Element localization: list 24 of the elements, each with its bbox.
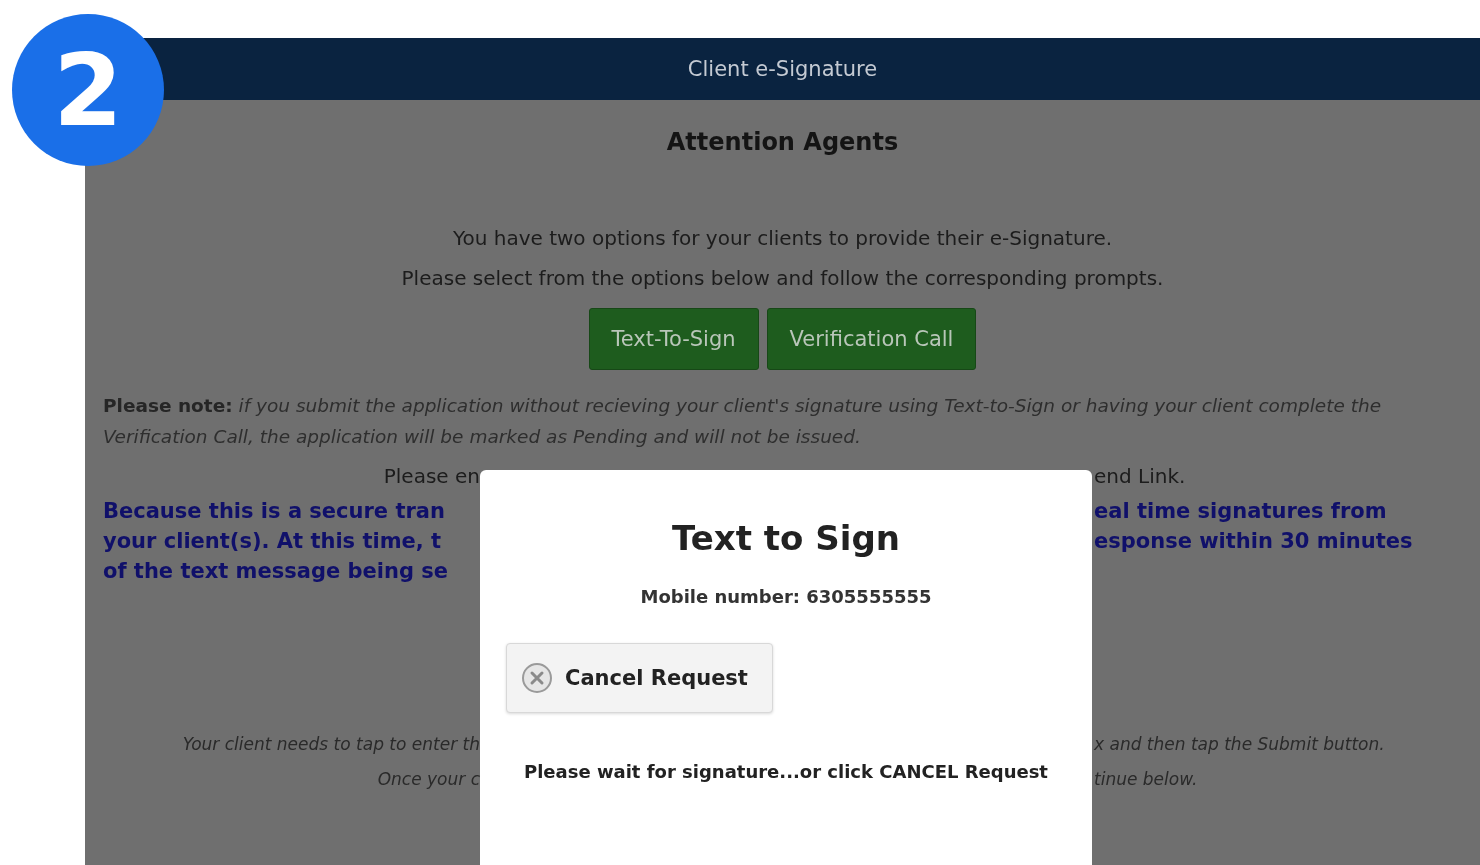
partial-text: eal time signatures from — [1094, 499, 1387, 523]
partial-text: end Link. — [1094, 464, 1186, 488]
partial-text: Once your c — [377, 768, 480, 789]
wait-message: Please wait for signature...or click CANCEL Request — [524, 761, 1048, 782]
partial-text: tinue below. — [1094, 768, 1198, 789]
partial-text: of the text message being se — [103, 559, 448, 583]
option-button[interactable]: Verification Call — [766, 308, 977, 370]
partial-text: x and then tap the Submit button. — [1094, 733, 1385, 754]
header-title: Client e-Signature — [687, 57, 878, 81]
intro-text: Please select from the options below and follow the corresponding prompts. — [401, 266, 1164, 290]
cancel-button[interactable]: Cancel Request — [506, 643, 773, 713]
partial-text: esponse within 30 minutes — [1094, 529, 1413, 553]
mobile-number: Mobile number: 6305555555 — [640, 586, 932, 607]
partial-text: Because this is a secure tran — [103, 499, 445, 523]
option-button[interactable]: Text-To-Sign — [588, 308, 759, 370]
intro-text: You have two options for your clients to provide their e-Signature. — [452, 226, 1113, 250]
partial-text: Please en — [383, 464, 480, 488]
partial-text: your client(s). At this time, t — [103, 529, 442, 553]
partial-text: Your client needs to tap to enter th — [182, 733, 480, 754]
heading: Attention Agents — [666, 128, 899, 156]
step-badge: 2 — [12, 14, 164, 166]
close-icon — [521, 662, 553, 694]
modal-title: Text to Sign — [672, 518, 900, 558]
note-text: Please note: if you submit the application without recieving your client's signature using Text-to-Sign or having your client complete the Verification Call, the application will be marked as Pending and will not be issued. — [103, 394, 1383, 449]
